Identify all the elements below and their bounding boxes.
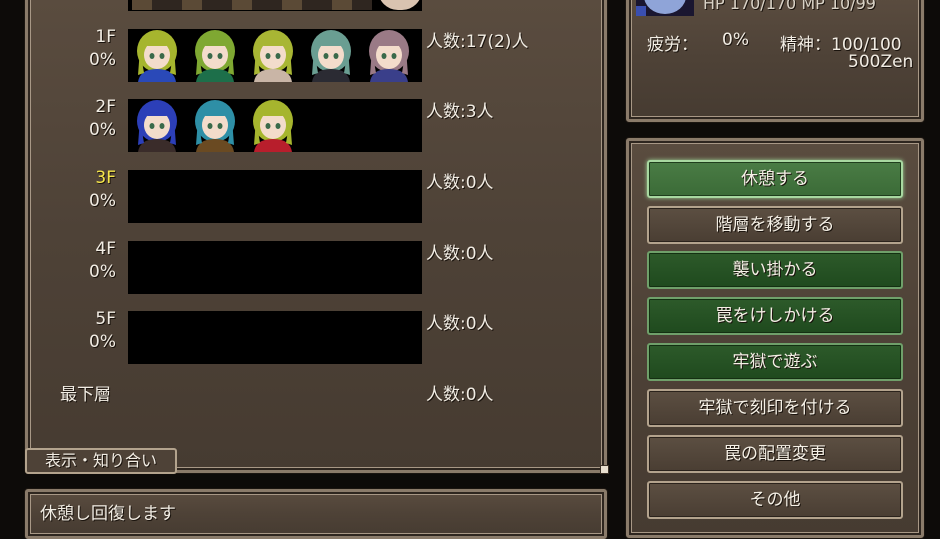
floor-label[interactable]: 3F [76,168,116,188]
captive-portrait[interactable] [132,99,182,152]
floor-label[interactable]: 1F [76,27,116,47]
floor-headcount: 人数:0人 [426,314,494,334]
display-acquaintance-tab[interactable]: 表示・知り合い [25,448,177,474]
character-portrait [636,0,694,16]
floor-portrait-strip[interactable] [128,311,422,364]
menu-button-6[interactable]: 牢獄で刻印を付ける [647,389,903,427]
floor-percent: 0% [89,120,116,140]
captive-portrait[interactable] [306,29,356,82]
floor-label[interactable]: 4F [76,239,116,259]
fatigue-value: 0% [722,30,749,50]
message-text: 休憩し回復します [40,504,176,524]
floor-label[interactable]: 2F [76,97,116,117]
floor-portrait-strip[interactable] [128,241,422,294]
top-portrait-strip [128,0,422,11]
floor-portrait-strip[interactable] [128,99,422,152]
bottom-floor-count: 人数:0人 [426,385,494,405]
floor-headcount: 人数:0人 [426,244,494,264]
floor-percent: 0% [89,332,116,352]
captive-portrait[interactable] [190,29,240,82]
menu-button-1[interactable]: 休憩する [647,160,903,198]
floor-percent: 0% [89,262,116,282]
hp-mp-readout: HP 170/170 MP 10/99 [703,0,876,13]
captive-portrait[interactable] [248,99,298,152]
floor-headcount: 人数:0人 [426,173,494,193]
menu-button-4[interactable]: 罠をけしかける [647,297,903,335]
captive-portrait[interactable] [132,29,182,82]
captive-portrait[interactable] [364,29,414,82]
captive-portrait[interactable] [190,99,240,152]
floor-portrait-strip[interactable] [128,29,422,82]
menu-button-5[interactable]: 牢獄で遊ぶ [647,343,903,381]
menu-button-7[interactable]: 罠の配置変更 [647,435,903,473]
captive-portrait[interactable] [248,29,298,82]
menu-button-3[interactable]: 襲い掛かる [647,251,903,289]
fatigue-label: 疲労： [647,35,698,55]
panel-corner [600,465,609,474]
menu-button-8[interactable]: その他 [647,481,903,519]
floor-headcount: 人数:3人 [426,102,494,122]
floor-headcount: 人数:17(2)人 [426,32,529,52]
command-panel [626,138,924,538]
floor-percent: 0% [89,50,116,70]
floor-portrait-strip[interactable] [128,170,422,223]
menu-button-2[interactable]: 階層を移動する [647,206,903,244]
floor-label[interactable]: 5F [76,309,116,329]
floor-percent: 0% [89,191,116,211]
bottom-floor-label: 最下層 [60,385,111,405]
money-readout: 500Zen [848,52,914,72]
